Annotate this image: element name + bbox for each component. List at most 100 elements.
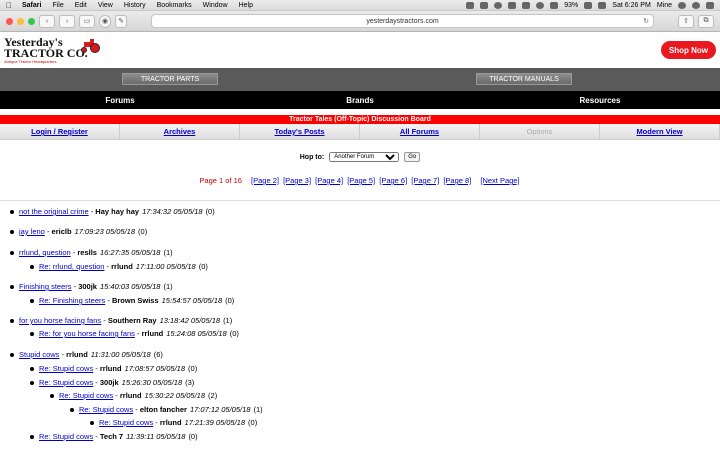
current-page: Page 1 of 16	[199, 176, 242, 185]
page-link[interactable]: [Page 5]	[347, 176, 375, 185]
page-link[interactable]: [Page 2]	[251, 176, 279, 185]
avatar-icon[interactable]	[692, 1, 700, 9]
bullet-icon	[10, 284, 14, 289]
sidebar-toggle-icon[interactable]: ▭	[79, 14, 95, 28]
bullet-icon	[10, 229, 14, 234]
battery-icon[interactable]	[584, 1, 593, 9]
thread-title-link[interactable]: Re: for you horse facing fans	[39, 329, 135, 338]
page-link[interactable]: [Page 4]	[315, 176, 343, 185]
thread-title-link[interactable]: for you horse facing fans	[19, 316, 101, 325]
thread-title-link[interactable]: Re: Stupid cows	[99, 418, 153, 427]
share-icon[interactable]: ⇧	[678, 14, 694, 28]
site-logo[interactable]: Yesterday's TRACTOR CO. Antique Tractor …	[4, 36, 104, 64]
page-link[interactable]: [Page 7]	[411, 176, 439, 185]
thread-title-link[interactable]: Re: Stupid cows	[79, 405, 133, 414]
thread-timestamp: 17:08:57 05/05/18	[124, 364, 186, 373]
page-link[interactable]: [Page 8]	[443, 176, 471, 185]
thread-row: Re: Stupid cows - rrlund 17:08:57 05/05/1…	[30, 364, 197, 373]
bullet-icon	[30, 264, 34, 269]
apple-icon[interactable]: 	[6, 1, 12, 10]
thread-row: not the original crime - Hay hay hay 17:3…	[10, 207, 215, 216]
board-title: Tractor Tales (Off-Topic) Discussion Boa…	[0, 115, 720, 124]
forward-button[interactable]: ›	[59, 14, 75, 28]
sync-icon[interactable]	[494, 1, 503, 9]
menu-history[interactable]: History	[124, 2, 146, 9]
thread-title-link[interactable]: Re: Stupid cows	[39, 432, 93, 441]
back-button[interactable]: ‹	[39, 14, 55, 28]
privacy-icon[interactable]: ◉	[99, 14, 111, 28]
thread-author: Southern Ray	[107, 316, 157, 325]
bullet-icon	[30, 331, 34, 336]
close-window-icon[interactable]	[6, 17, 13, 25]
nav-forums[interactable]: Forums	[0, 96, 240, 105]
forum-select[interactable]: Another Forum	[329, 152, 400, 162]
search-icon[interactable]	[678, 1, 686, 9]
thread-title-link[interactable]: Re: Stupid cows	[59, 391, 113, 400]
battery-percent[interactable]: 93%	[564, 2, 578, 9]
extension-icon[interactable]: ✎	[115, 14, 127, 28]
menu-file[interactable]: File	[52, 2, 63, 9]
nav-brands[interactable]: Brands	[240, 96, 480, 105]
shop-now-button[interactable]: Shop Now	[660, 41, 716, 59]
thread-author: 300jk	[78, 282, 97, 291]
todays-posts-link[interactable]: Today's Posts	[240, 124, 360, 139]
airplay-icon[interactable]	[522, 1, 531, 9]
nav-resources[interactable]: Resources	[480, 96, 720, 105]
zoom-window-icon[interactable]	[28, 17, 35, 25]
thread-title-link[interactable]: Re: Stupid cows	[39, 378, 93, 387]
address-bar[interactable]: yesterdaystractors.com ↻	[151, 14, 654, 28]
bullet-icon	[30, 380, 34, 385]
thread-reply-count: (0)	[248, 418, 258, 427]
menu-edit[interactable]: Edit	[75, 2, 87, 9]
evernote-icon[interactable]	[466, 1, 475, 9]
thread-title-link[interactable]: jay leno	[19, 227, 45, 236]
menu-window[interactable]: Window	[203, 2, 228, 9]
thread-row: Re: Stupid cows - 300jk 15:26:30 05/05/18…	[30, 378, 194, 387]
separator: -	[134, 329, 142, 338]
thread-title-link[interactable]: Stupid cows	[19, 350, 59, 359]
wifi-icon[interactable]	[536, 1, 545, 9]
thread-title-link[interactable]: Finishing steers	[19, 282, 72, 291]
menu-view[interactable]: View	[98, 2, 113, 9]
menu-help[interactable]: Help	[239, 2, 253, 9]
reload-icon[interactable]: ↻	[643, 17, 649, 25]
menu-bookmarks[interactable]: Bookmarks	[157, 2, 192, 9]
volume-icon[interactable]	[550, 1, 559, 9]
separator: -	[93, 378, 100, 387]
bullet-icon	[10, 318, 14, 323]
thread-author: rrlund	[159, 418, 182, 427]
thread-row: Re: Stupid cows - rrlund 15:30:22 05/05/1…	[50, 391, 217, 400]
tabs-overview-icon[interactable]: ⧉	[698, 14, 714, 28]
clock-icon[interactable]	[508, 1, 517, 9]
user-name[interactable]: Mine	[657, 2, 672, 9]
login-register-link[interactable]: Login / Register	[0, 124, 120, 139]
thread-row: for you horse facing fans - Southern Ray…	[10, 316, 232, 325]
page-link[interactable]: [Page 3]	[283, 176, 311, 185]
menu-safari[interactable]: Safari	[22, 2, 41, 9]
thread-title-link[interactable]: Re: Stupid cows	[39, 364, 93, 373]
go-button[interactable]: Go	[404, 152, 421, 162]
tractor-parts-tab[interactable]: TRACTOR PARTS	[122, 73, 218, 85]
clock[interactable]: Sat 6:26 PM	[612, 2, 651, 9]
separator: -	[93, 364, 100, 373]
flag-icon[interactable]	[598, 1, 607, 9]
thread-title-link[interactable]: rrlund, question	[19, 248, 71, 257]
archives-link[interactable]: Archives	[120, 124, 240, 139]
minimize-window-icon[interactable]	[17, 17, 24, 25]
separator: -	[44, 227, 52, 236]
separator: -	[71, 282, 79, 291]
next-page-link[interactable]: [Next Page]	[480, 176, 519, 185]
all-forums-link[interactable]: All Forums	[360, 124, 480, 139]
separator: -	[105, 296, 112, 305]
tractor-manuals-tab[interactable]: TRACTOR MANUALS	[476, 73, 572, 85]
thread-reply-count: (3)	[185, 378, 195, 387]
thread-row: Re: Stupid cows - Tech 7 11:39:11 05/05/1…	[30, 432, 198, 441]
modern-view-link[interactable]: Modern View	[600, 124, 720, 139]
display-icon[interactable]	[480, 1, 489, 9]
thread-title-link[interactable]: Re: Finishing steers	[39, 296, 105, 305]
thread-title-link[interactable]: not the original crime	[19, 207, 89, 216]
notification-icon[interactable]	[706, 1, 714, 9]
bullet-icon	[50, 393, 54, 398]
thread-title-link[interactable]: Re: rrlund, question	[39, 262, 104, 271]
page-link[interactable]: [Page 6]	[379, 176, 407, 185]
